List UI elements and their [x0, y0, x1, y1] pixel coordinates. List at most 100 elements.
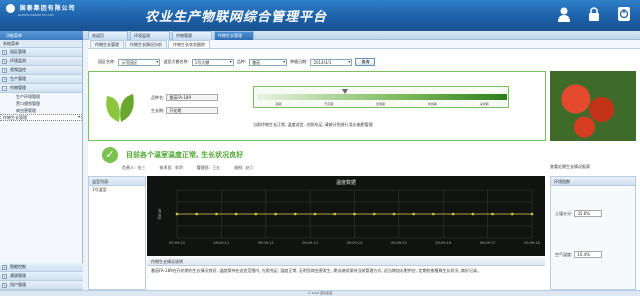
date-select[interactable]: 2014/3/1 — [310, 58, 353, 66]
variety-field: 品种名: 番茄FA-189 — [151, 94, 219, 101]
data-point[interactable] — [353, 212, 356, 216]
sidebar-item-users[interactable]: + 用户管理 — [0, 281, 83, 290]
company-logo: 国泰集团有限公司 GUOTAI GROUP CO.,LTD — [6, 3, 126, 19]
plant-info-panel: 品种名: 番茄FA-189 生长期: 开花期 苗期 开花期 坐果期 成熟期 采收期 … — [88, 71, 546, 141]
data-point[interactable] — [234, 212, 238, 216]
data-point[interactable] — [175, 212, 179, 216]
footer: © 2014 国泰集团 — [0, 290, 640, 296]
staff-item: 技术员: 李四 — [159, 165, 183, 170]
variety-select[interactable]: 番茄 — [249, 58, 288, 66]
period-value: 开花期 — [166, 107, 219, 114]
sidebar-subitem[interactable]: 病虫害管理 — [0, 107, 82, 114]
list-item[interactable]: 1号温室 — [89, 186, 145, 194]
x-tick-label: 09:09:15 — [391, 241, 407, 245]
growth-stage-bar: 苗期 开花期 坐果期 成熟期 采收期 — [253, 86, 509, 108]
x-tick-label: 09:09:11 — [214, 241, 230, 245]
sidebar-title: 系统菜单 — [0, 40, 82, 48]
expand-icon: + — [2, 265, 7, 270]
data-point[interactable] — [471, 212, 475, 216]
expand-icon: + — [2, 68, 7, 73]
chart-title: 温度数据 — [335, 180, 356, 186]
data-point[interactable] — [215, 212, 218, 216]
tomato-image — [550, 71, 636, 141]
data-point[interactable] — [530, 212, 534, 216]
x-tick-label: 09:09:18 — [524, 241, 540, 245]
temperature-chart: 温度数据 09:09:10 09:09:11 09:09:12 09:09:13 09:… — [147, 176, 545, 256]
expand-icon: + — [2, 50, 7, 55]
sidebar-item-control[interactable]: + 智能控制 — [0, 263, 83, 272]
data-point[interactable] — [254, 212, 258, 216]
x-tick-label: 09:09:17 — [480, 241, 496, 245]
greenhouse-list: 温室列表: 1号温室 — [88, 176, 146, 290]
sidebar-item-production[interactable]: + 生产管理 — [0, 75, 82, 84]
sidebar-subitem[interactable]: 生产环境管理 — [0, 93, 82, 100]
power-icon[interactable] — [616, 6, 632, 24]
greenhouse-select[interactable]: 1号大棚 — [191, 58, 234, 66]
sidebar-item-trace[interactable]: + 溯源管理 — [0, 272, 83, 281]
sidebar-subitem[interactable]: 茬口规划管理 — [0, 100, 82, 107]
x-tick-label: 09:09:13 — [302, 241, 318, 245]
expand-icon: + — [2, 77, 7, 82]
tab-environment[interactable]: 环境监测 — [130, 31, 170, 40]
soil-moisture: 土壤水分: 35.6% — [555, 210, 603, 217]
sidebar-subitem-selected[interactable]: 作物生长管理 — [0, 114, 82, 121]
subtab-analysis[interactable]: 作物生长情况分析 — [125, 40, 167, 48]
data-point[interactable] — [294, 212, 297, 216]
data-point[interactable] — [274, 212, 277, 216]
park-select[interactable]: 示范园区 — [118, 58, 161, 66]
logo-icon — [6, 4, 15, 13]
main-content: 作物生长管理 作物生长情况分析 作物生长状态跟踪 园区名称: 示范园区 温室大棚… — [88, 40, 640, 290]
data-point[interactable] — [333, 212, 337, 216]
description-title: 作物生长情况说明 — [147, 257, 545, 266]
stage-marker-icon — [341, 89, 348, 94]
filter-bar: 园区名称: 示范园区 温室大棚名称: 1号大棚 品种: 番茄 种植日期: 201… — [88, 57, 640, 67]
data-point[interactable] — [195, 212, 199, 216]
sidebar-item-video[interactable]: + 视频监控 — [0, 66, 82, 75]
expand-icon: + — [2, 59, 7, 64]
data-point[interactable] — [412, 212, 415, 216]
report-link[interactable]: 查看近期生长情况报表 — [550, 164, 590, 170]
status-text: 目前各个温室温度正常, 生长状况良好 — [126, 151, 244, 159]
x-tick-label: 09:09:14 — [347, 241, 363, 245]
chart-svg: 09:09:10 09:09:11 09:09:12 09:09:13 09:09:14… — [157, 189, 540, 245]
x-tick-label: 09:09:10 — [169, 241, 185, 245]
x-tick-label: 09:09:12 — [258, 241, 274, 245]
tab-welcome[interactable]: 欢迎页 — [88, 31, 128, 40]
period-field: 生长期: 开花期 — [151, 107, 219, 114]
expand-icon: + — [2, 274, 7, 279]
data-point[interactable] — [491, 212, 494, 216]
subtab-manage[interactable]: 作物生长管理 — [90, 40, 124, 48]
data-point[interactable] — [510, 212, 514, 216]
subtab-tracking[interactable]: 作物生长状态跟踪 — [168, 40, 210, 48]
leaf-icon — [106, 94, 134, 122]
staff-item: 管理员: 王五 — [196, 165, 221, 170]
stage-labels: 苗期 开花期 坐果期 成熟期 采收期 — [275, 102, 489, 106]
user-icon[interactable] — [556, 6, 572, 24]
sidebar-item-park[interactable]: + 园区管理 — [0, 48, 82, 57]
variety-value: 番茄FA-189 — [166, 94, 219, 101]
sidebar-item-crop[interactable]: − 作物管理 — [0, 84, 82, 93]
staff-row: 负责人: 张三 技术员: 李四 管理员: 王五 巡检: 赵六 — [122, 165, 253, 171]
staff-item: 巡检: 赵六 — [234, 165, 254, 170]
main-tabs: 欢迎页 环境监测 作物管理 作物生长管理 — [88, 31, 254, 40]
park-label: 园区名称: — [98, 59, 116, 64]
sidebar-item-env[interactable]: + 环境监测 — [0, 57, 82, 66]
stage-gradient — [257, 94, 507, 100]
tab-crop[interactable]: 作物管理 — [172, 31, 212, 40]
data-point[interactable] — [432, 212, 435, 216]
x-tick-label: 09:09:16 — [435, 241, 451, 245]
air-humidity: 空气湿度: 16.4% — [555, 251, 603, 258]
data-point[interactable] — [392, 212, 396, 216]
data-point[interactable] — [372, 212, 376, 216]
data-point[interactable] — [451, 212, 455, 216]
lock-icon[interactable] — [586, 6, 602, 24]
tab-crop-growth[interactable]: 作物生长管理 — [214, 31, 254, 40]
growth-note: 当前作物生长正常, 温度适宜, 光照充足, 请按计划进行浇水施肥管理 — [253, 122, 373, 127]
sidebar: 系统菜单 + 园区管理 + 环境监测 + 视频监控 + 生产管理 − 作物管理 生产环境管… — [0, 40, 83, 290]
date-label: 种植日期: — [290, 59, 308, 64]
data-point[interactable] — [313, 212, 317, 216]
variety-label: 品种: — [236, 59, 247, 64]
stats-panel: 环境指数 土壤水分: 35.6% 空气湿度: 16.4% — [550, 176, 636, 290]
stats-title: 环境指数 — [551, 177, 635, 186]
query-button[interactable]: 查询 — [355, 58, 376, 66]
